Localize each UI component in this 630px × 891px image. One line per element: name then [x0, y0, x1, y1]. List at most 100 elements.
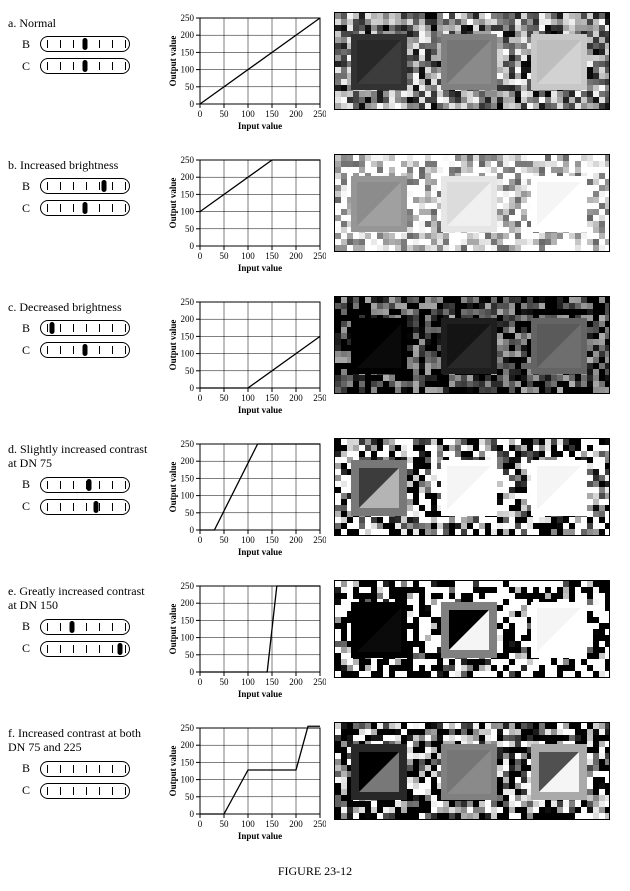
- svg-text:150: 150: [181, 473, 195, 483]
- c-slider-thumb[interactable]: [118, 643, 123, 655]
- panel-image-col: [334, 722, 622, 820]
- slider-letter-B: B: [18, 321, 34, 336]
- svg-text:50: 50: [185, 792, 195, 802]
- c-slider-thumb[interactable]: [83, 202, 88, 214]
- b-slider[interactable]: [40, 36, 130, 52]
- slider-letter-C: C: [18, 201, 34, 216]
- sliders-group: B C: [18, 477, 158, 515]
- svg-text:100: 100: [241, 819, 255, 829]
- svg-text:250: 250: [313, 535, 326, 545]
- panel-c: c. Decreased brightness B C 005050100100…: [8, 296, 622, 416]
- svg-text:250: 250: [313, 393, 326, 403]
- output-image: [334, 154, 610, 252]
- svg-text:50: 50: [185, 366, 195, 376]
- panel-image-col: [334, 580, 622, 678]
- svg-text:0: 0: [198, 677, 203, 687]
- sliders-group: B C: [18, 619, 158, 657]
- svg-text:0: 0: [198, 109, 203, 119]
- svg-text:250: 250: [313, 819, 326, 829]
- panel-chart-col: 005050100100150150200200250250Input valu…: [166, 154, 326, 274]
- panel-a: a. Normal B C 00505010010015015020020025…: [8, 12, 622, 132]
- svg-text:200: 200: [289, 535, 303, 545]
- svg-text:50: 50: [220, 109, 230, 119]
- svg-text:150: 150: [181, 757, 195, 767]
- svg-text:0: 0: [198, 393, 203, 403]
- panel-label-col: f. Increased contrast at both DN 75 and …: [8, 722, 158, 805]
- svg-text:Input value: Input value: [238, 547, 282, 557]
- slider-letter-B: B: [18, 477, 34, 492]
- b-slider[interactable]: [40, 178, 130, 194]
- panel-image-col: [334, 154, 622, 252]
- svg-text:200: 200: [289, 109, 303, 119]
- sliders-group: B C: [18, 320, 158, 358]
- svg-text:100: 100: [241, 535, 255, 545]
- panel-label-col: e. Greatly increased contrast at DN 150 …: [8, 580, 158, 663]
- panel-label: b. Increased brightness: [8, 158, 148, 172]
- panel-chart-col: 005050100100150150200200250250Input valu…: [166, 296, 326, 416]
- svg-text:100: 100: [181, 633, 195, 643]
- svg-text:200: 200: [181, 456, 195, 466]
- slider-letter-C: C: [18, 641, 34, 656]
- svg-text:Output value: Output value: [168, 462, 178, 513]
- b-slider-thumb[interactable]: [49, 322, 54, 334]
- panel-image-col: [334, 438, 622, 536]
- output-image: [334, 580, 610, 678]
- b-slider[interactable]: [40, 761, 130, 777]
- svg-text:100: 100: [241, 677, 255, 687]
- svg-text:200: 200: [181, 30, 195, 40]
- slider-row-C: C: [18, 641, 158, 657]
- c-slider[interactable]: [40, 342, 130, 358]
- figure-caption: FIGURE 23-12: [8, 864, 622, 879]
- b-slider-thumb[interactable]: [102, 180, 107, 192]
- c-slider-thumb[interactable]: [93, 501, 98, 513]
- svg-text:200: 200: [181, 598, 195, 608]
- transfer-chart: 005050100100150150200200250250Input valu…: [166, 12, 326, 132]
- c-slider[interactable]: [40, 200, 130, 216]
- svg-text:250: 250: [313, 677, 326, 687]
- b-slider-thumb[interactable]: [69, 621, 74, 633]
- slider-row-C: C: [18, 342, 158, 358]
- svg-text:200: 200: [181, 172, 195, 182]
- b-slider[interactable]: [40, 619, 130, 635]
- svg-text:Input value: Input value: [238, 405, 282, 415]
- svg-text:Input value: Input value: [238, 263, 282, 273]
- output-image: [334, 722, 610, 820]
- slider-letter-B: B: [18, 619, 34, 634]
- panel-label: c. Decreased brightness: [8, 300, 148, 314]
- svg-text:200: 200: [181, 314, 195, 324]
- c-slider-thumb[interactable]: [83, 60, 88, 72]
- transfer-chart: 005050100100150150200200250250Input valu…: [166, 154, 326, 274]
- svg-text:Output value: Output value: [168, 178, 178, 229]
- c-slider[interactable]: [40, 499, 130, 515]
- slider-row-C: C: [18, 783, 158, 799]
- svg-text:50: 50: [185, 82, 195, 92]
- output-image: [334, 438, 610, 536]
- svg-text:50: 50: [185, 650, 195, 660]
- svg-text:150: 150: [181, 615, 195, 625]
- svg-text:50: 50: [220, 535, 230, 545]
- panel-chart-col: 005050100100150150200200250250Input valu…: [166, 580, 326, 700]
- output-image: [334, 296, 610, 394]
- slider-row-B: B: [18, 761, 158, 777]
- panel-label: d. Slightly increased contrast at DN 75: [8, 442, 148, 471]
- b-slider-thumb[interactable]: [83, 38, 88, 50]
- c-slider[interactable]: [40, 783, 130, 799]
- svg-text:0: 0: [190, 809, 195, 819]
- svg-text:0: 0: [198, 251, 203, 261]
- slider-letter-C: C: [18, 783, 34, 798]
- svg-text:250: 250: [313, 109, 326, 119]
- svg-text:250: 250: [181, 439, 195, 449]
- c-slider[interactable]: [40, 58, 130, 74]
- b-slider-thumb[interactable]: [87, 479, 92, 491]
- sliders-group: B C: [18, 761, 158, 799]
- c-slider[interactable]: [40, 641, 130, 657]
- svg-text:100: 100: [181, 491, 195, 501]
- svg-text:100: 100: [241, 109, 255, 119]
- c-slider-thumb[interactable]: [83, 344, 88, 356]
- b-slider[interactable]: [40, 320, 130, 336]
- slider-letter-C: C: [18, 343, 34, 358]
- svg-text:Input value: Input value: [238, 831, 282, 841]
- b-slider[interactable]: [40, 477, 130, 493]
- svg-text:0: 0: [190, 383, 195, 393]
- slider-letter-B: B: [18, 37, 34, 52]
